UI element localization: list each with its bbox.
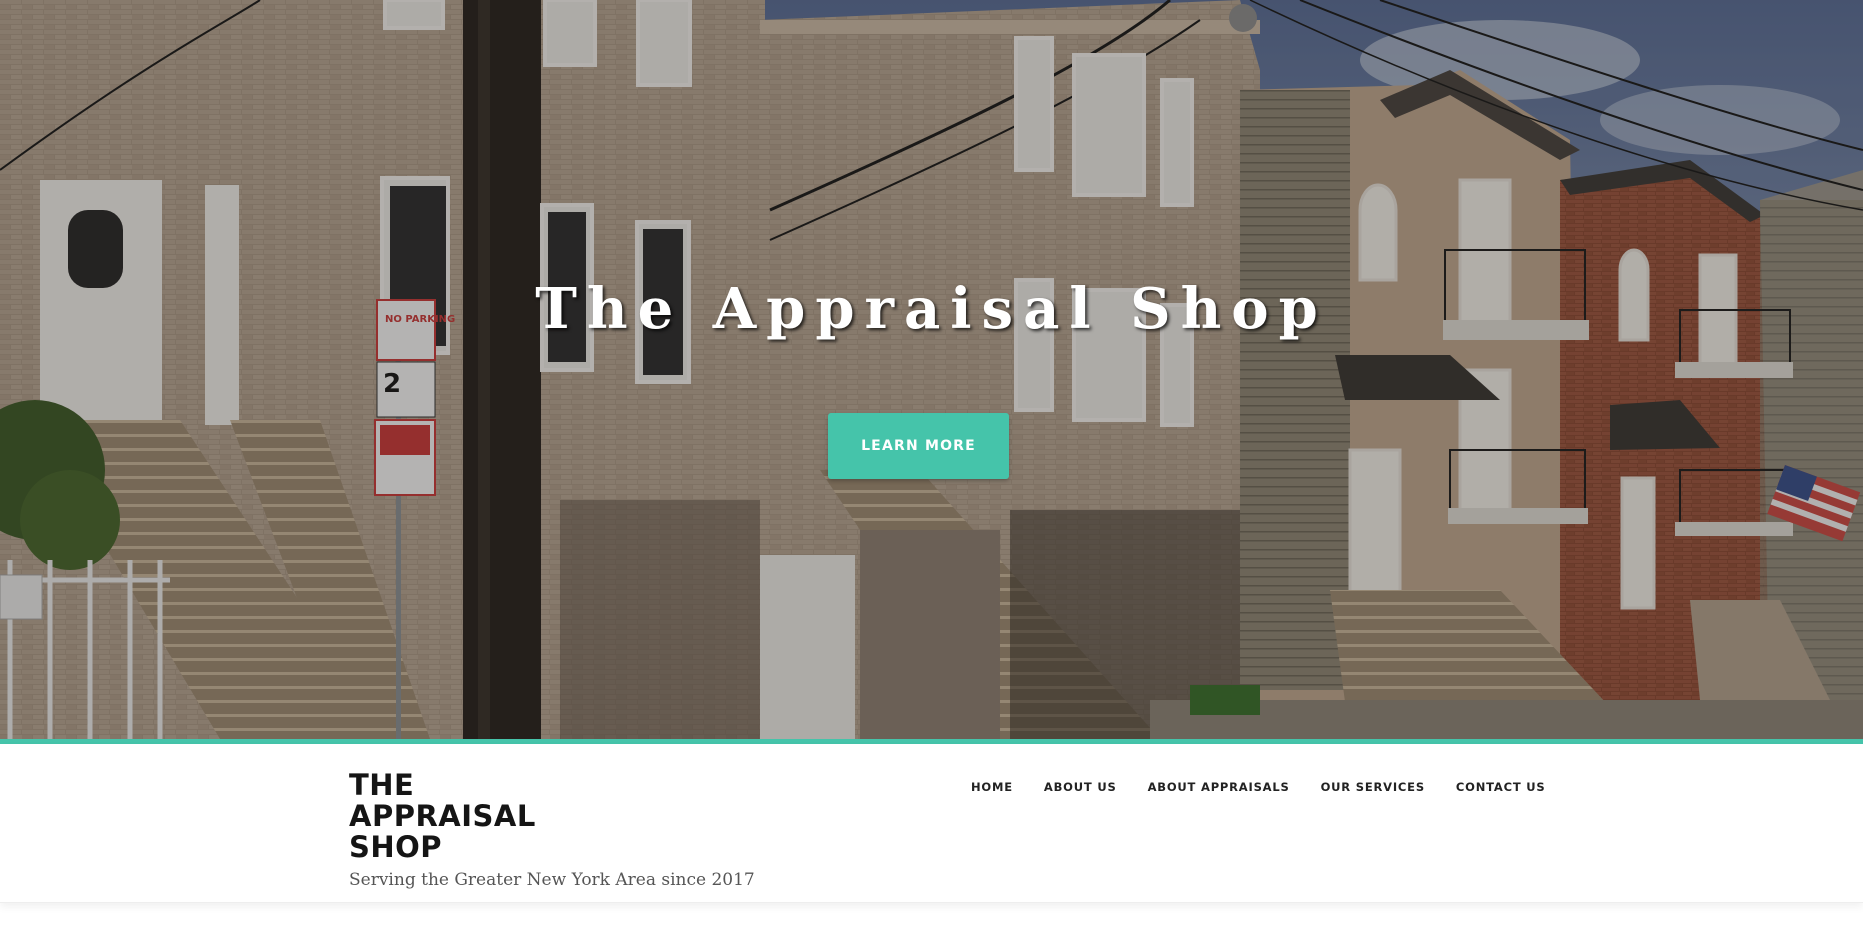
nav-contact-us[interactable]: CONTACT US — [1456, 780, 1546, 794]
nav-home[interactable]: HOME — [971, 780, 1013, 794]
main-nav: HOME ABOUT US ABOUT APPRAISALS OUR SERVI… — [971, 780, 1546, 794]
hero-overlay — [0, 0, 1863, 739]
nav-about-us[interactable]: ABOUT US — [1044, 780, 1117, 794]
hero-title: The Appraisal Shop — [535, 276, 1328, 342]
hero-banner: NO PARKING 2 The Appraisal Shop LEARN MO… — [0, 0, 1863, 739]
nav-about-appraisals[interactable]: ABOUT APPRAISALS — [1148, 780, 1290, 794]
site-header: THE APPRAISAL SHOP Serving the Greater N… — [0, 744, 1863, 903]
nav-our-services[interactable]: OUR SERVICES — [1321, 780, 1425, 794]
site-logo[interactable]: THE APPRAISAL SHOP — [349, 770, 579, 863]
site-tagline: Serving the Greater New York Area since … — [349, 870, 755, 890]
learn-more-button[interactable]: LEARN MORE — [828, 413, 1009, 479]
